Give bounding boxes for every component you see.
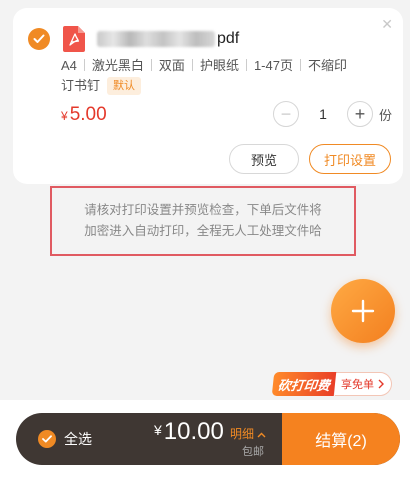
total-price: ¥10.00	[154, 418, 224, 446]
close-icon[interactable]: ✕	[381, 16, 393, 33]
promo-logo: 砍打印费	[271, 372, 337, 396]
notice-line-1: 请核对打印设置并预览检查，下单后文件将	[84, 203, 322, 217]
quantity-value[interactable]: 1	[299, 106, 347, 122]
spec-binding: 订书钉	[61, 78, 101, 93]
quantity-unit: 份	[379, 107, 393, 123]
checkout-button[interactable]: 结算(2)	[282, 413, 400, 465]
preview-button[interactable]: 预览	[229, 144, 299, 174]
file-card: pdf ✕ A4 激光黑白 双面 护眼纸 1-47页 不缩印 订书钉 默认 ¥5.00 − …	[13, 8, 403, 184]
print-settings-button[interactable]: 打印设置	[309, 144, 391, 174]
checkout-bar: 全选 ¥10.00 明细 包邮 结算(2)	[16, 413, 400, 465]
divider	[191, 59, 193, 71]
chevron-right-icon	[378, 379, 385, 389]
decrease-quantity-button[interactable]: −	[273, 101, 299, 127]
file-name[interactable]: pdf	[97, 26, 239, 52]
chevron-up-icon	[257, 432, 266, 438]
free-shipping-label: 包邮	[242, 446, 264, 458]
spec-paper-size: A4	[61, 58, 77, 73]
divider	[245, 59, 247, 71]
print-notice: 请核对打印设置并预览检查，下单后文件将 加密进入自动打印，全程无人工处理文件哈	[50, 186, 356, 256]
promo-banner[interactable]: 砍打印费 享免单	[271, 372, 393, 396]
plus-icon	[351, 299, 375, 323]
print-specs: A4 激光黑白 双面 护眼纸 1-47页 不缩印 订书钉 默认	[61, 56, 391, 96]
promo-text: 享免单	[335, 372, 393, 396]
pdf-file-icon	[63, 26, 85, 52]
notice-line-2: 加密进入自动打印，全程无人工处理文件哈	[84, 224, 322, 238]
spec-pages: 1-47页	[253, 58, 293, 73]
file-extension: pdf	[217, 30, 240, 47]
increase-quantity-button[interactable]: +	[347, 101, 373, 127]
spec-scaling: 不缩印	[307, 58, 347, 73]
promo-label: 享免单	[341, 379, 375, 391]
select-all-label[interactable]: 全选	[64, 430, 92, 448]
total-currency: ¥	[154, 422, 162, 438]
divider	[83, 59, 85, 71]
spec-paper-type: 护眼纸	[199, 58, 239, 73]
spec-print-mode: 激光黑白	[91, 58, 144, 73]
price-value: 5.00	[69, 104, 107, 125]
add-file-button[interactable]	[331, 279, 395, 343]
spec-sides: 双面	[158, 58, 185, 73]
home-indicator-area	[0, 485, 410, 491]
file-select-checkbox[interactable]	[28, 28, 50, 50]
price-detail-toggle[interactable]: 明细	[230, 425, 266, 442]
checkmark-icon	[33, 34, 45, 43]
select-all-checkbox[interactable]	[38, 430, 56, 448]
total-value: 10.00	[163, 418, 224, 445]
checkout-summary: 全选 ¥10.00 明细 包邮	[16, 413, 282, 465]
quantity-stepper: − 1 + 份	[273, 101, 392, 127]
checkmark-icon	[42, 435, 52, 443]
default-badge: 默认	[107, 77, 142, 95]
blurred-filename	[97, 31, 215, 47]
price-currency: ¥	[61, 109, 68, 123]
divider	[150, 59, 152, 71]
file-price: ¥5.00	[61, 104, 107, 126]
detail-label: 明细	[230, 427, 255, 441]
divider	[299, 59, 301, 71]
